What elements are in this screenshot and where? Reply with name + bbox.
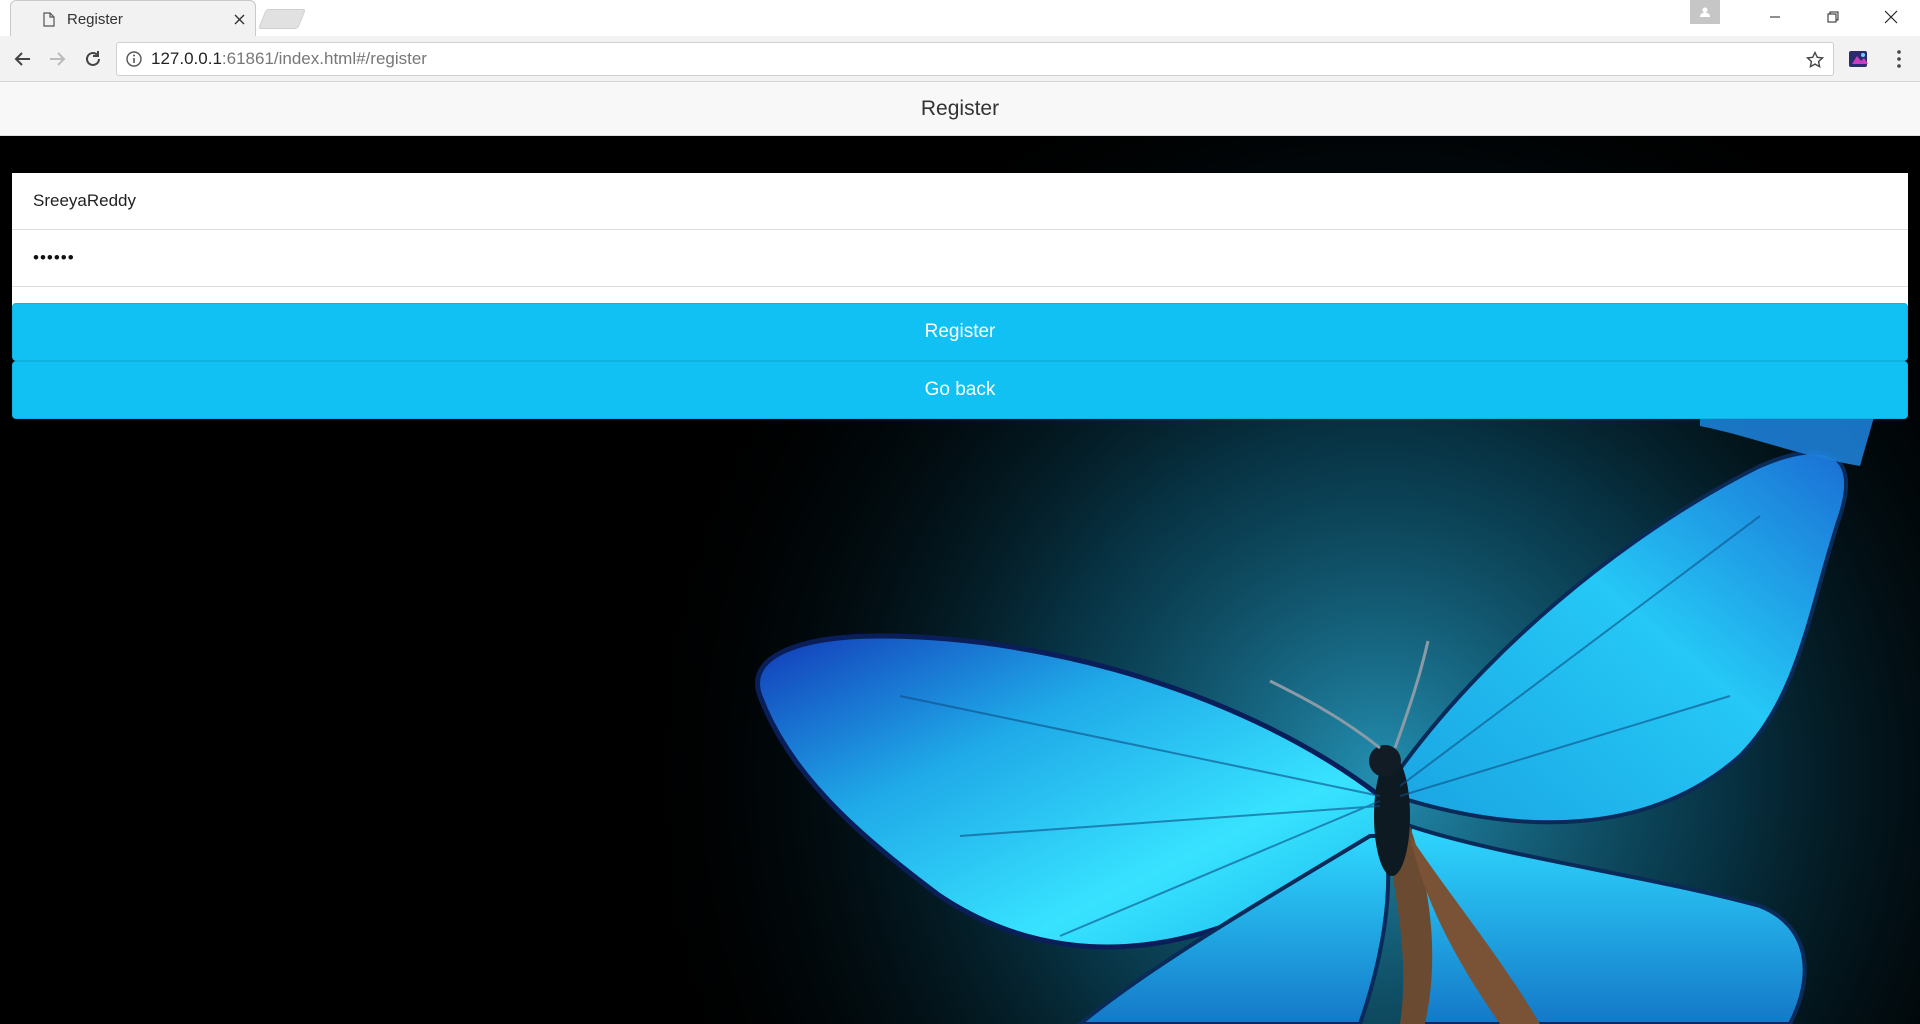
arrow-left-icon	[14, 52, 30, 66]
new-tab-button[interactable]	[257, 9, 307, 29]
reload-icon	[86, 51, 100, 66]
bookmark-star-icon[interactable]	[1803, 48, 1827, 72]
window-controls	[1746, 0, 1920, 34]
password-input[interactable]: ••••••	[33, 248, 75, 268]
window-close-button[interactable]	[1862, 0, 1920, 34]
person-icon	[1700, 7, 1710, 17]
page-content: Register SreeyaReddy •••••• Register Go …	[0, 82, 1920, 1024]
minimize-button[interactable]	[1746, 0, 1804, 34]
tab-title: Register	[67, 10, 123, 28]
password-item: ••••••	[12, 230, 1908, 287]
browser-toolbar: 127.0.0.1:61861/index.html#/register	[0, 36, 1920, 82]
document-icon	[41, 11, 57, 27]
address-bar[interactable]: 127.0.0.1:61861/index.html#/register	[116, 42, 1834, 76]
minimize-icon	[1770, 16, 1780, 18]
username-item	[12, 173, 1908, 230]
extension-icon[interactable]	[1846, 46, 1872, 72]
browser-tab[interactable]: Register	[10, 0, 256, 36]
browser-tabstrip: Register	[0, 0, 1920, 36]
app-header: Register	[0, 82, 1920, 136]
page-title: Register	[920, 96, 1000, 120]
url-host: 127.0.0.1	[151, 49, 222, 68]
url-path: :61861/index.html#/register	[221, 49, 427, 68]
restore-icon	[1827, 11, 1839, 23]
back-button[interactable]	[8, 44, 38, 74]
go-back-button[interactable]: Go back	[12, 361, 1908, 419]
reload-button[interactable]	[78, 44, 108, 74]
forward-button[interactable]	[42, 44, 72, 74]
profile-button[interactable]	[1690, 0, 1720, 24]
username-input[interactable]	[33, 191, 1908, 211]
arrow-right-icon	[50, 52, 66, 66]
restore-button[interactable]	[1804, 0, 1862, 34]
kebab-menu-icon[interactable]	[1888, 46, 1910, 72]
info-icon[interactable]	[117, 51, 151, 67]
close-icon[interactable]	[229, 9, 249, 29]
close-icon	[1884, 10, 1898, 24]
register-button[interactable]: Register	[12, 303, 1908, 361]
